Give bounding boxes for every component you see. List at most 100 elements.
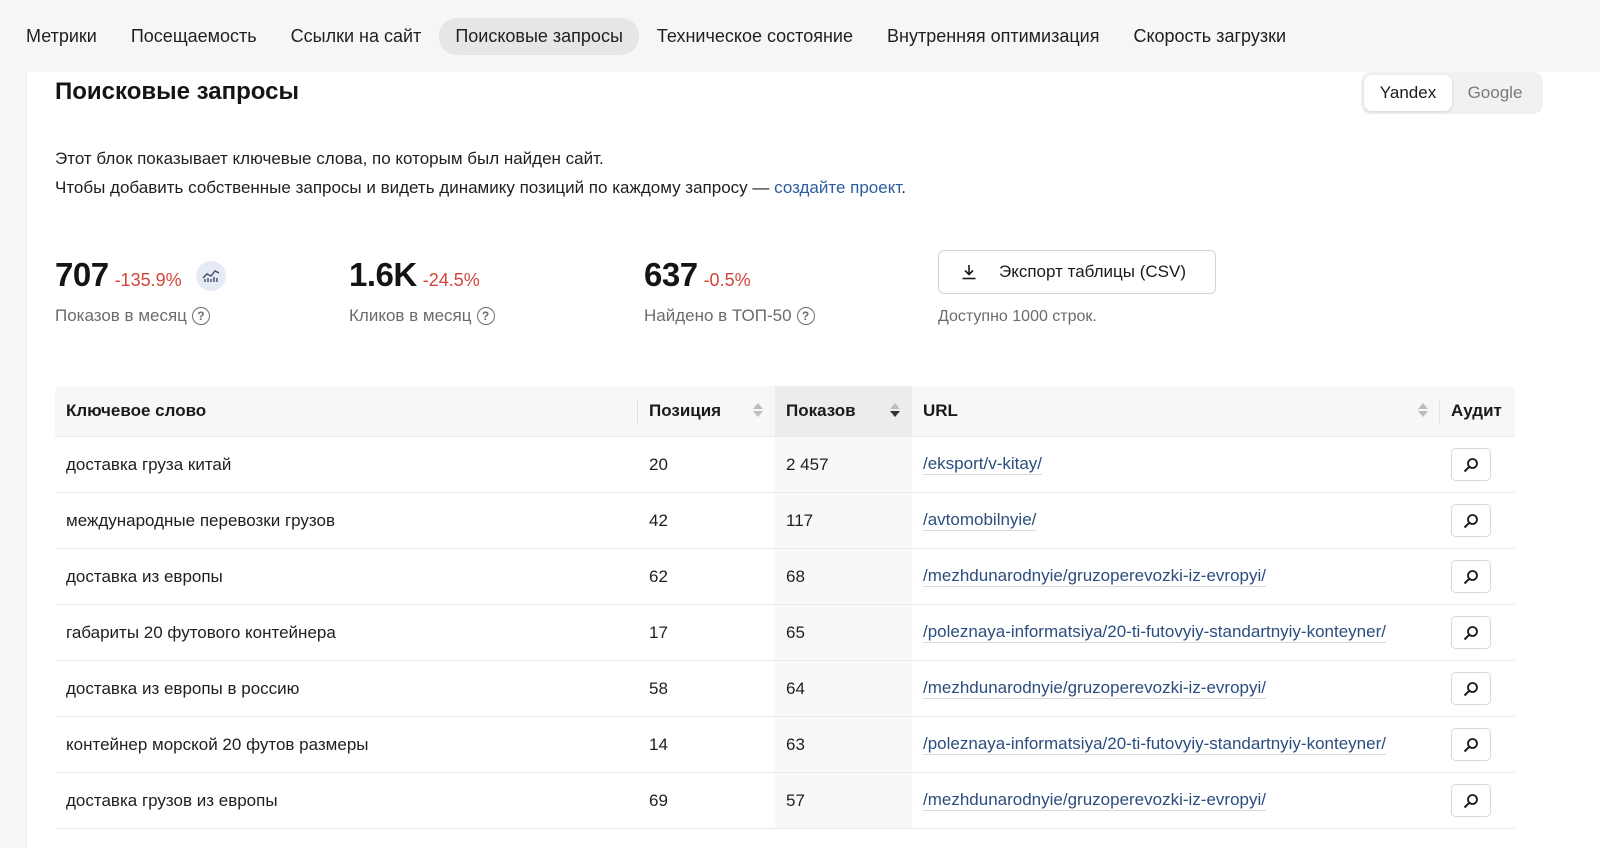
stat-top50-delta: -0.5% [703,270,751,290]
impressions-cell: 65 [775,605,912,660]
magnifier-icon [1463,569,1478,584]
stat-clicks-value: 1.6K [349,256,417,293]
position-cell: 14 [649,734,668,754]
audit-button[interactable] [1451,560,1491,593]
table-header: Ключевое слово Позиция Показов URL Аудит [55,386,1515,437]
url-cell: /mezhdunarodnyie/gruzoperevozki-iz-evrop… [912,549,1440,604]
tab-onpage-optimization[interactable]: Внутренняя оптимизация [871,18,1115,55]
stat-impressions-value: 707 [55,256,109,293]
tab-technical-state[interactable]: Техническое состояние [641,18,869,55]
sort-desc-icon[interactable] [890,403,900,417]
keyword-cell: доставка груза китай [66,454,232,474]
position-cell: 58 [649,678,668,698]
description-line-2: Чтобы добавить собственные запросы и вид… [55,173,906,202]
audit-cell [1440,773,1515,828]
table-row: габариты 20 футового контейнера 17 65 /p… [55,605,1515,661]
audit-cell [1440,493,1515,548]
engine-yandex-button[interactable]: Yandex [1364,75,1452,111]
url-link[interactable]: /poleznaya-informatsiya/20-ti-futovyiy-s… [923,734,1386,755]
audit-cell [1440,605,1515,660]
impressions-cell: 2 457 [775,437,912,492]
tab-search-queries[interactable]: Поисковые запросы [439,17,639,55]
tab-traffic[interactable]: Посещаемость [115,18,273,55]
tab-metrics[interactable]: Метрики [10,18,113,55]
stat-impressions-label: Показов в месяц [55,306,187,325]
keyword-cell: доставка из европы в россию [66,678,300,698]
audit-button[interactable] [1451,728,1491,761]
magnifier-icon [1463,513,1478,528]
url-link[interactable]: /mezhdunarodnyie/gruzoperevozki-iz-evrop… [923,566,1266,587]
export-csv-label: Экспорт таблицы (CSV) [999,262,1186,281]
url-cell: /poleznaya-informatsiya/20-ti-futovyiy-s… [912,717,1440,772]
audit-cell [1440,717,1515,772]
magnifier-icon [1463,457,1478,472]
help-icon[interactable]: ? [191,307,210,325]
audit-button[interactable] [1451,672,1491,705]
help-icon[interactable]: ? [796,307,815,325]
export-csv-button[interactable]: Экспорт таблицы (CSV) [938,250,1216,294]
help-icon[interactable]: ? [476,307,495,325]
table-row: доставка груза китай 20 2 457 /eksport/v… [55,437,1515,493]
export-note: Доступно 1000 строк. [938,308,1097,325]
tab-backlinks[interactable]: Ссылки на сайт [275,18,438,55]
stat-clicks-label: Кликов в месяц [349,306,472,325]
impressions-cell: 68 [775,549,912,604]
section-tabs: Метрики Посещаемость Ссылки на сайт Поис… [0,0,1600,72]
table-row: доставка из европы 62 68 /mezhdunarodnyi… [55,549,1515,605]
stat-impressions: 707 -135.9% Показов в месяц ? [55,256,226,326]
url-link[interactable]: /mezhdunarodnyie/gruzoperevozki-iz-evrop… [923,678,1266,699]
url-cell: /mezhdunarodnyie/gruzoperevozki-iz-evrop… [912,661,1440,716]
magnifier-icon [1463,793,1478,808]
column-header-position-label: Позиция [649,401,722,420]
column-header-url[interactable]: URL [912,386,1440,436]
column-header-audit: Аудит [1440,386,1515,436]
stat-clicks: 1.6K -24.5% Кликов в месяц ? [349,256,495,326]
audit-button[interactable] [1451,504,1491,537]
position-cell: 20 [649,454,668,474]
sort-icon[interactable] [753,403,763,417]
keyword-cell: доставка грузов из европы [66,790,278,810]
tab-page-speed[interactable]: Скорость загрузки [1117,18,1302,55]
url-link[interactable]: /eksport/v-kitay/ [923,454,1043,475]
column-header-audit-label: Аудит [1451,401,1502,420]
table-row: контейнер морской 20 футов размеры 14 63… [55,717,1515,773]
audit-cell [1440,549,1515,604]
url-cell: /mezhdunarodnyie/gruzoperevozki-iz-evrop… [912,773,1440,828]
trend-chart-icon[interactable] [195,261,226,291]
column-header-url-label: URL [923,401,958,420]
audit-cell [1440,437,1515,492]
position-cell: 42 [649,510,668,530]
impressions-cell: 63 [775,717,912,772]
keywords-table: Ключевое слово Позиция Показов URL Аудит… [55,386,1515,829]
engine-google-button[interactable]: Google [1452,75,1538,111]
impressions-cell: 117 [775,493,912,548]
audit-cell [1440,661,1515,716]
url-link[interactable]: /mezhdunarodnyie/gruzoperevozki-iz-evrop… [923,790,1266,811]
create-project-link[interactable]: создайте проект [774,178,901,197]
search-queries-panel: Поисковые запросы Yandex Google Этот бло… [26,72,1600,848]
url-link[interactable]: /avtomobilnyie/ [923,510,1037,531]
table-row: доставка грузов из европы 69 57 /mezhdun… [55,773,1515,829]
magnifier-icon [1463,737,1478,752]
audit-button[interactable] [1451,448,1491,481]
impressions-cell: 64 [775,661,912,716]
column-header-impressions[interactable]: Показов [775,386,912,436]
table-row: доставка из европы в россию 58 64 /mezhd… [55,661,1515,717]
description-text: Чтобы добавить собственные запросы и вид… [55,178,770,197]
position-cell: 17 [649,622,668,642]
sort-icon[interactable] [1418,403,1428,417]
keyword-cell: габариты 20 футового контейнера [66,622,336,642]
stat-impressions-delta: -135.9% [114,270,182,290]
keyword-cell: доставка из европы [66,566,223,586]
magnifier-icon [1463,681,1478,696]
audit-button[interactable] [1451,616,1491,649]
url-cell: /eksport/v-kitay/ [912,437,1440,492]
stat-top50-value: 637 [644,256,698,293]
search-engine-switch: Yandex Google [1361,72,1543,114]
audit-button[interactable] [1451,784,1491,817]
page-title: Поисковые запросы [55,78,299,105]
column-header-position[interactable]: Позиция [638,386,775,436]
url-cell: /avtomobilnyie/ [912,493,1440,548]
url-link[interactable]: /poleznaya-informatsiya/20-ti-futovyiy-s… [923,622,1386,643]
stat-clicks-delta: -24.5% [422,270,480,290]
